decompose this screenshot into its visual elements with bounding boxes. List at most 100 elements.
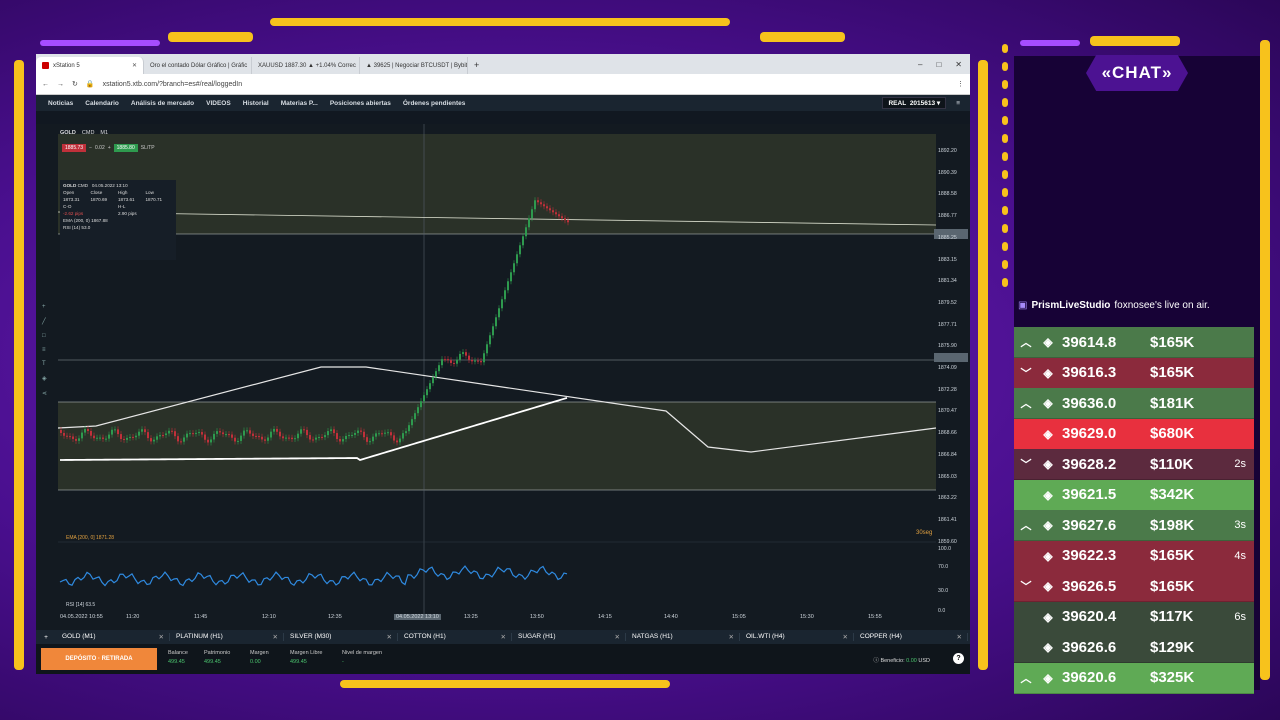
candle-body (249, 430, 251, 434)
account-selector[interactable]: REAL 2015613 ▾ (882, 97, 947, 109)
rectangle-tool-icon[interactable]: □ (42, 333, 56, 339)
chart-tab[interactable]: SILVER (M30) ✕ (284, 633, 398, 641)
close-window-button[interactable]: ✕ (955, 60, 962, 69)
crosshair-tool-icon[interactable]: + (42, 304, 56, 310)
tab-xstation[interactable]: xStation 5 ✕ (36, 57, 144, 74)
extensions-icon[interactable]: ⋮ (957, 80, 964, 88)
candle-body (549, 208, 551, 211)
rsi-tick: 70.0 (938, 564, 949, 570)
candle-body (471, 360, 473, 362)
url-field[interactable]: xstation5.xtb.com/?branch=es#/real/logge… (103, 81, 949, 88)
price-tick: 1892.20 (938, 148, 957, 154)
close-icon[interactable]: ✕ (273, 633, 283, 641)
forward-icon[interactable]: → (57, 81, 64, 88)
chevron-up-icon: ︿ (1020, 398, 1032, 410)
menu-historial[interactable]: Historial (243, 100, 269, 107)
address-bar: ← → ↻ 🔒 xstation5.xtb.com/?branch=es#/re… (36, 74, 970, 95)
price-chart[interactable]: GOLD CMD M1 1885.73 − 0.02 + 1885.80 SL/… (36, 124, 970, 630)
candle-body (414, 413, 416, 420)
trade-amount: $198K (1150, 516, 1195, 534)
help-icon[interactable]: ? (953, 653, 964, 664)
candle-body (99, 437, 101, 439)
price-tick: 1874.09 (938, 365, 957, 371)
candle-body (381, 433, 383, 435)
menu-calendario[interactable]: Calendario (85, 100, 119, 107)
chart-tab[interactable]: SUGAR (H1) ✕ (512, 633, 626, 641)
candle-body (468, 355, 470, 361)
chat-top-bar (1090, 36, 1180, 46)
new-tab-icon[interactable]: + (468, 60, 485, 74)
trade-amount: $342K (1150, 486, 1195, 503)
price-tick: 1879.52 (938, 299, 957, 306)
volume-minus[interactable]: − (89, 145, 92, 151)
trade-row: ◈ 39620.4 $117K 6s (1014, 601, 1254, 633)
live-notice: ▣ PrismLiveStudio foxnosee's live on air… (1018, 300, 1210, 311)
chart-tab[interactable]: COTTON (H1) ✕ (398, 633, 512, 641)
close-icon[interactable]: ✕ (957, 633, 967, 641)
candle-body (453, 362, 455, 364)
chart-tab-label: GOLD (M1) (62, 633, 96, 640)
time-tick: 13:25 (464, 614, 478, 620)
decor-dot (1002, 134, 1008, 143)
text-tool-icon[interactable]: T (42, 361, 56, 367)
tab-xauusd[interactable]: XAUUSD 1887.30 ▲ +1.04% Correc✕ (252, 57, 360, 74)
menu-analisis[interactable]: Análisis de mercado (131, 100, 194, 107)
candle-body (498, 308, 500, 318)
candle-body (435, 371, 437, 378)
menu-ordenes[interactable]: Órdenes pendientes (403, 100, 466, 107)
fibonacci-tool-icon[interactable]: ≡ (42, 347, 56, 353)
candle-body (336, 433, 338, 439)
candle-body (117, 429, 119, 435)
chart-tab[interactable]: COPPER (H4) ✕ (854, 633, 968, 641)
candle-body (192, 433, 194, 435)
minimize-button[interactable]: – (918, 60, 922, 69)
price-tick: 1875.90 (938, 343, 957, 350)
menu-videos[interactable]: VIDEOS (206, 100, 231, 107)
sell-button[interactable]: 1885.73 (62, 144, 87, 152)
exchange-icon: ◈ (1043, 457, 1053, 471)
timeframe-selector[interactable]: M1 (100, 130, 108, 136)
volume-plus[interactable]: + (108, 145, 111, 151)
add-chart-icon[interactable]: + (36, 634, 56, 641)
chart-tab[interactable]: OIL.WTI (H4) ✕ (740, 633, 854, 641)
twitch-icon: ▣ (1018, 300, 1028, 311)
chart-tab[interactable]: GOLD (M1) ✕ (56, 633, 170, 641)
close-tab-icon[interactable]: ✕ (132, 62, 137, 69)
tab-bybit[interactable]: ▲ 39625 | Negociar BTCUSDT | Bybit✕ (360, 57, 468, 74)
close-icon[interactable]: ✕ (387, 633, 397, 641)
candle-body (543, 204, 545, 207)
trade-row: ︿ ◈ 39614.8 $165K (1014, 327, 1254, 358)
candle-body (342, 439, 344, 442)
trade-price: 39629.0 (1062, 425, 1117, 442)
candle-body (420, 401, 422, 408)
layers-icon[interactable]: ◈ (42, 375, 56, 382)
close-icon[interactable]: ✕ (159, 633, 169, 641)
close-icon[interactable]: ✕ (843, 633, 853, 641)
chart-tab[interactable]: PLATINUM (H1) ✕ (170, 633, 284, 641)
chart-tab[interactable]: NATGAS (H1) ✕ (626, 633, 740, 641)
close-icon[interactable]: ✕ (501, 633, 511, 641)
menu-posiciones[interactable]: Posiciones abiertas (330, 100, 391, 107)
reload-icon[interactable]: ↻ (72, 80, 78, 88)
buy-button[interactable]: 1885.80 (113, 144, 138, 152)
sltp-button[interactable]: SL/TP (141, 145, 155, 151)
candle-body (393, 435, 395, 441)
tab-gold-chart[interactable]: Oro el contado Dólar Gráfico | Gráfic✕ (144, 57, 252, 74)
hamburger-menu-icon[interactable]: ≡ (956, 100, 960, 107)
menu-noticias[interactable]: Noticias (48, 100, 73, 107)
share-icon[interactable]: ⋖ (42, 390, 56, 397)
menu-materias[interactable]: Materias P... (281, 100, 318, 107)
close-icon[interactable]: ✕ (615, 633, 625, 641)
maximize-button[interactable]: □ (936, 60, 941, 69)
candle-body (519, 245, 521, 255)
close-icon[interactable]: ✕ (729, 633, 739, 641)
candle-body (558, 214, 560, 217)
line-tool-icon[interactable]: ╱ (42, 318, 56, 325)
back-icon[interactable]: ← (42, 81, 49, 88)
candle-body (174, 431, 176, 437)
candle-body (156, 436, 158, 440)
deposit-withdraw-button[interactable]: DEPÓSITO · RETIRADA (41, 648, 157, 670)
trade-age: 4s (1234, 549, 1246, 562)
frame-right-bar (978, 60, 988, 670)
candle-body (108, 434, 110, 439)
